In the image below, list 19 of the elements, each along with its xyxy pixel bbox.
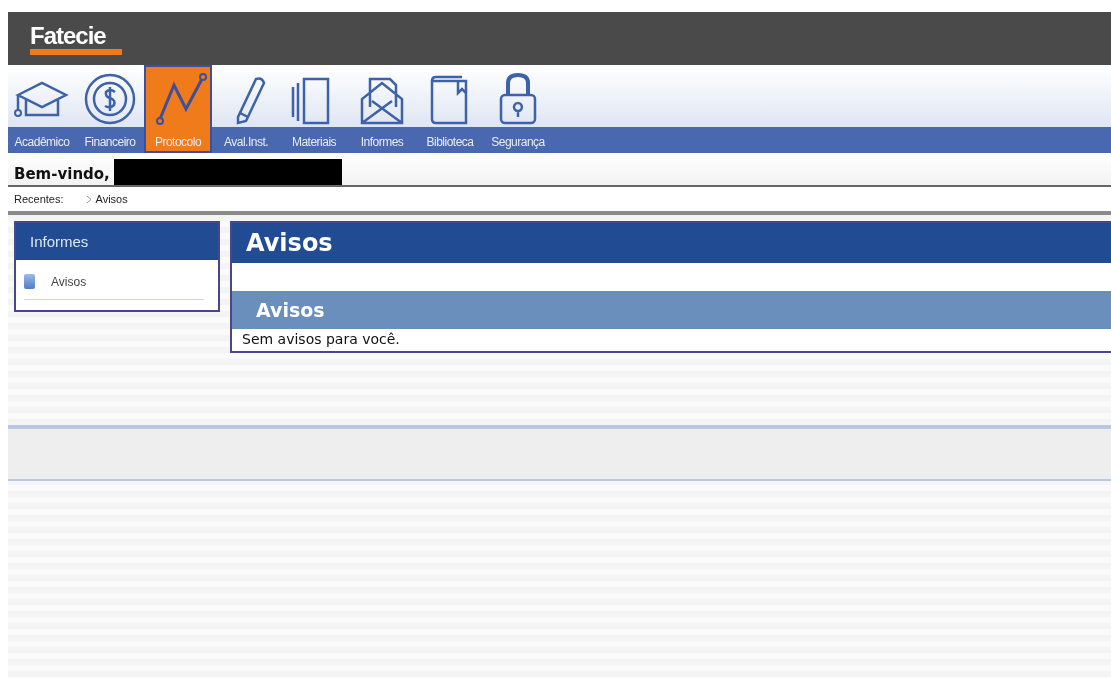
welcome-text: Bem-vindo,: [13, 165, 111, 185]
document-icon: [24, 274, 35, 289]
empty-message: Sem avisos para você.: [241, 330, 401, 349]
chevron-icon: [85, 194, 92, 204]
nav-tab[interactable]: Aval.Inst.: [212, 65, 280, 153]
section-header: Avisos: [232, 291, 1111, 329]
nav-tab[interactable]: Biblioteca: [416, 65, 484, 153]
nav-tab[interactable]: Financeiro: [76, 65, 144, 153]
sidebar-item[interactable]: Avisos: [24, 260, 204, 300]
nav-tab[interactable]: Segurança: [484, 65, 552, 153]
logo: Fatecie: [30, 22, 122, 55]
nav-tab[interactable]: Protocolo: [144, 65, 212, 153]
nav-tab[interactable]: Acadêmico: [8, 65, 76, 153]
breadcrumb-link[interactable]: Avisos: [95, 193, 128, 205]
page-title: Avisos: [232, 223, 1111, 263]
sidebar-title: Informes: [16, 223, 218, 260]
nav-tab[interactable]: Informes: [348, 65, 416, 153]
breadcrumb-label: Recentes:: [14, 193, 64, 205]
nav-tab[interactable]: Materiais: [280, 65, 348, 153]
